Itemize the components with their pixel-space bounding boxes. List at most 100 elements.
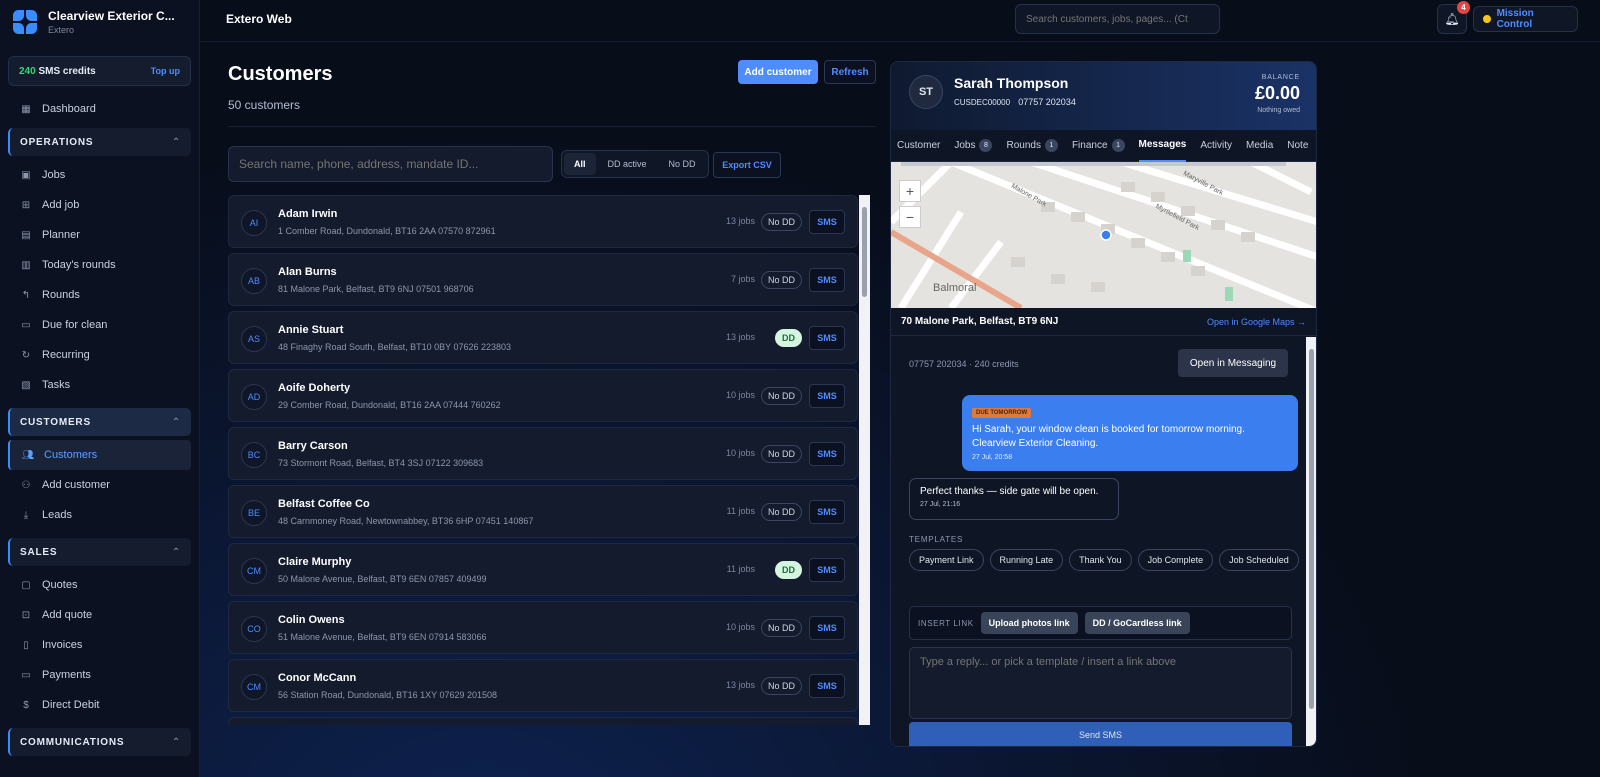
sms-button[interactable]: SMS [809,616,845,640]
customer-row[interactable]: AS Annie Stuart 48 Finaghy Road South, B… [228,311,858,364]
brand[interactable]: Clearview Exterior C... Extero [0,0,199,44]
chevron-up-icon: ⌃ [171,136,181,148]
template-chip[interactable]: Thank You [1069,549,1132,571]
nav-payments[interactable]: ▭ Payments [0,660,199,690]
customer-row[interactable]: AI Adam Irwin 1 Comber Road, Dundonald, … [228,195,858,248]
customer-row[interactable]: CM Claire Murphy 50 Malone Avenue, Belfa… [228,543,858,596]
tab-rounds[interactable]: Rounds 1 [1006,130,1058,162]
avatar: CM [241,558,267,584]
open-in-messaging-button[interactable]: Open in Messaging [1178,349,1288,377]
nav-rounds[interactable]: ↰ Rounds [0,280,199,310]
global-search-input[interactable] [1015,4,1220,34]
section-communications[interactable]: COMMUNICATIONS ⌃ [8,728,191,756]
sms-button[interactable]: SMS [809,500,845,524]
customer-row[interactable]: BC Barry Carson 73 Stormont Road, Belfas… [228,427,858,480]
send-sms-button[interactable]: Send SMS [909,722,1292,746]
sms-button[interactable]: SMS [809,384,845,408]
sms-button[interactable]: SMS [809,558,845,582]
location-map[interactable]: + − Balmoral Maryville Park Malone Park … [891,162,1316,308]
filter-all[interactable]: All [564,153,596,175]
dd-badge: No DD [760,213,802,231]
job-count: 10 jobs [725,448,755,458]
refresh-button[interactable]: Refresh [824,60,876,84]
tab-label: Messages [1138,139,1187,150]
messages-scrollbar[interactable] [1306,337,1316,746]
section-communications-title: COMMUNICATIONS [20,736,125,748]
nav-quotes[interactable]: ▢ Quotes [0,570,199,600]
reply-input[interactable] [909,647,1292,719]
scrollbar-thumb[interactable] [862,207,867,297]
plus-square-icon: ⊞ [21,199,31,211]
tab-activity[interactable]: Activity [1200,130,1232,162]
section-operations[interactable]: OPERATIONS ⌃ [8,128,191,156]
section-customers[interactable]: CUSTOMERS ⌃ [8,408,191,436]
tab-media[interactable]: Media [1246,130,1273,162]
sms-button[interactable]: SMS [809,674,845,698]
tab-notes[interactable]: Note [1287,130,1308,162]
nav-dashboard[interactable]: ▦ Dashboard [0,94,199,124]
job-count: 13 jobs [725,680,755,690]
gocardless-link-button[interactable]: DD / GoCardless link [1084,612,1190,634]
map-scrollbar[interactable] [901,162,1286,166]
customer-row[interactable]: AB Alan Burns 81 Malone Park, Belfast, B… [228,253,858,306]
message-text: Hi Sarah, your window clean is booked fo… [972,424,1245,449]
customer-row[interactable]: BE Belfast Coffee Co 48 Carnmoney Road, … [228,485,858,538]
user-plus-icon: ⚇ [21,479,31,491]
customer-row[interactable] [228,717,858,725]
messages-toolbar: 07757 202034 · 240 credits Open in Messa… [909,337,1288,391]
filter-dd-active[interactable]: DD active [598,153,657,175]
nav-leads[interactable]: ⤓ Leads [0,500,199,530]
nav-todays-rounds[interactable]: ▥ Today's rounds [0,250,199,280]
export-csv-button[interactable]: Export CSV [713,152,781,178]
nav-due-for-clean[interactable]: ▭ Due for clean [0,310,199,340]
dd-badge: No DD [760,387,802,405]
tab-customer[interactable]: Customer [897,130,940,162]
nav-customers[interactable]: 👥︎ Customers [8,440,191,470]
customer-row[interactable]: AD Aoife Doherty 29 Comber Road, Dundona… [228,369,858,422]
customer-search-input[interactable] [228,146,553,182]
template-chip[interactable]: Job Complete [1137,549,1214,571]
sms-button[interactable]: SMS [809,268,845,292]
mission-control-button[interactable]: Mission Control [1473,6,1578,32]
template-chip[interactable]: Running Late [989,549,1064,571]
scrollbar-thumb[interactable] [1309,349,1314,709]
section-sales[interactable]: SALES ⌃ [8,538,191,566]
customer-address: 73 Stormont Road, Belfast, BT4 3SJ 07122… [278,458,484,468]
notifications-button[interactable]: 🔔︎ 4 [1437,1,1470,34]
customer-address: 1 Comber Road, Dundonald, BT16 2AA 07570… [278,226,496,236]
sms-button[interactable]: SMS [809,326,845,350]
tab-messages[interactable]: Messages [1138,130,1187,162]
nav-invoices[interactable]: ▯ Invoices [0,630,199,660]
route-icon: ↰ [21,289,31,301]
template-chip[interactable]: Payment Link [909,549,984,571]
upload-photos-link-button[interactable]: Upload photos link [980,612,1078,634]
add-customer-button[interactable]: Add customer [738,60,818,84]
tab-jobs[interactable]: Jobs 8 [954,130,993,162]
nav-jobs[interactable]: ▣ Jobs [0,160,199,190]
nav-direct-debit[interactable]: $ Direct Debit [0,690,199,720]
nav-add-customer[interactable]: ⚇ Add customer [0,470,199,500]
nav-add-quote[interactable]: ⊡ Add quote [0,600,199,630]
nav-tasks[interactable]: ▧ Tasks [0,370,199,400]
nav-recurring[interactable]: ↻ Recurring [0,340,199,370]
nav-planner[interactable]: ▤ Planner [0,220,199,250]
top-up-link[interactable]: Top up [151,66,180,76]
sms-button[interactable]: SMS [809,210,845,234]
customer-row[interactable]: CO Colin Owens 51 Malone Avenue, Belfast… [228,601,858,654]
sms-button[interactable]: SMS [809,442,845,466]
zoom-out-button[interactable]: − [899,206,921,228]
nav-add-job[interactable]: ⊞ Add job [0,190,199,220]
briefcase-icon: ▣ [21,169,31,181]
customer-row[interactable]: CM Conor McCann 56 Station Road, Dundona… [228,659,858,712]
nav-jobs-label: Jobs [42,169,66,181]
template-chip[interactable]: Job Scheduled [1219,549,1299,571]
nav-quotes-label: Quotes [42,579,78,591]
job-count: 11 jobs [726,564,755,574]
google-maps-link[interactable]: Open in Google Maps → [1207,317,1306,327]
message-text: Perfect thanks — side gate will be open. [920,486,1099,497]
tab-finance[interactable]: Finance 1 [1072,130,1125,162]
zoom-in-button[interactable]: + [899,180,921,202]
list-scrollbar[interactable] [859,195,870,725]
filter-no-dd[interactable]: No DD [659,153,706,175]
templates-label: TEMPLATES [909,535,964,544]
